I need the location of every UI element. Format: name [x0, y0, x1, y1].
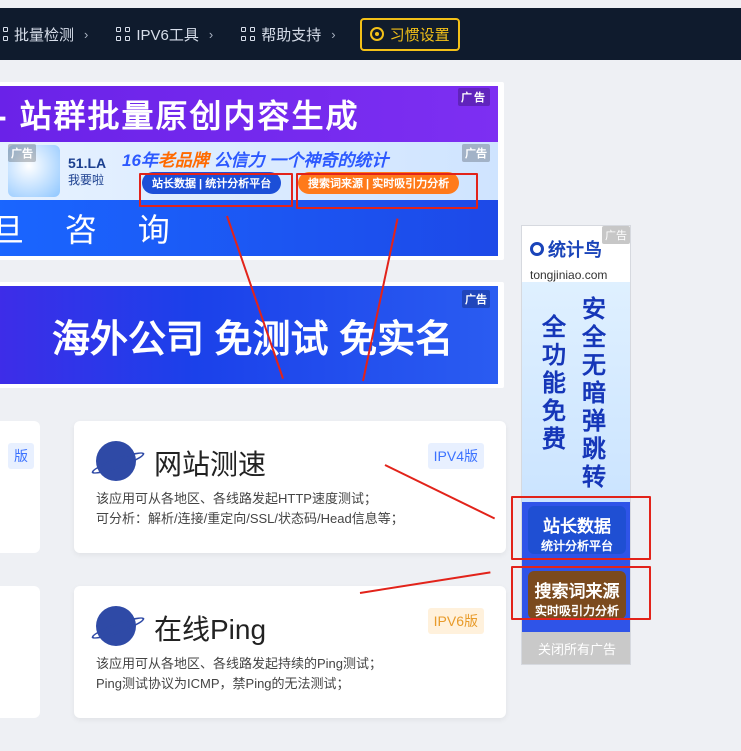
planet-icon — [96, 606, 136, 646]
la-button-search[interactable]: 搜索词来源 | 实时吸引力分析 — [298, 172, 460, 194]
ad-banner-overseas[interactable]: 海外公司 免测试 免实名 广告 — [0, 286, 498, 384]
side-card-search-terms[interactable]: 搜索词来源 实时吸引力分析 — [528, 571, 626, 619]
tool-card-online-ping[interactable]: 在线Ping IPV6版 该应用可从各地区、各线路发起持续的Ping测试； Pi… — [74, 586, 506, 718]
ad-tag: 广告 — [602, 226, 630, 244]
ad-box-top: - 站群批量原创内容生成 广告 广告 51.LA 我要啦 16年老品牌 公信力 … — [0, 82, 504, 260]
ad-tag: 广告 — [462, 144, 490, 162]
side-brand: 统计鸟 — [548, 240, 602, 260]
ad-banner-consult[interactable]: 旦 咨 询 — [0, 200, 498, 256]
side-ad[interactable]: 广告 统计鸟 tongjiniao.com 全功能免费 安全无暗弹跳转 站长数据… — [521, 225, 631, 665]
card-title: 在线Ping — [154, 614, 267, 645]
gear-icon — [369, 27, 384, 41]
ad-text: 海外公司 免测试 免实名 — [52, 318, 454, 361]
nav-label: 批量检测 — [14, 26, 75, 44]
side-card-title: 站长数据 — [543, 517, 611, 536]
slogan-mid: 老品牌 — [157, 151, 209, 170]
grid-icon — [0, 27, 8, 41]
card-description: 该应用可从各地区、各线路发起持续的Ping测试； Ping测试协议为ICMP，禁… — [96, 654, 496, 694]
card-description: 该应用可从各地区、各线路发起HTTP速度测试； 可分析：解析/连接/重定向/SS… — [96, 489, 496, 529]
brand-name: 51.LA — [68, 154, 107, 171]
nav-ipv6-tools[interactable]: IPV6工具 › — [102, 8, 227, 60]
nav-label: 帮助支持 — [261, 26, 322, 44]
side-card-title: 搜索词来源 — [534, 582, 620, 601]
side-vertical-text-2: 安全无暗弹跳转 — [582, 296, 606, 491]
tool-card-website-speed[interactable]: 网站测速 IPV4版 该应用可从各地区、各线路发起HTTP速度测试； 可分析：解… — [74, 421, 506, 553]
desc-line: Ping测试协议为ICMP，禁Ping的无法测试； — [96, 676, 350, 691]
desc-line: 该应用可从各地区、各线路发起HTTP速度测试； — [96, 491, 377, 506]
chevron-right-icon: › — [208, 26, 214, 42]
grid-icon — [116, 27, 131, 41]
side-vertical-text-1: 全功能免费 — [542, 314, 566, 453]
version-badge: IPV6版 — [427, 608, 484, 634]
side-card-sub: 实时吸引力分析 — [534, 604, 619, 618]
brand-sub: 我要啦 — [68, 172, 105, 187]
version-badge: IPV4版 — [427, 443, 484, 469]
nav-label: IPV6工具 — [136, 26, 199, 44]
side-ad-body — [522, 282, 630, 502]
habit-label: 习惯设置 — [389, 26, 450, 44]
grid-icon — [241, 27, 256, 41]
desc-line: 该应用可从各地区、各线路发起持续的Ping测试； — [96, 656, 383, 671]
chevron-right-icon: › — [84, 26, 89, 42]
chevron-right-icon: › — [331, 26, 336, 42]
ad-banner-51la[interactable]: 广告 51.LA 我要啦 16年老品牌 公信力 一个神奇的统计 站长数据 | 统… — [0, 142, 498, 200]
la-button-stats[interactable]: 站长数据 | 统计分析平台 — [142, 172, 282, 194]
habit-settings-button[interactable]: 习惯设置 — [359, 17, 460, 51]
nav-batch-detect[interactable]: 批量检测 › — [0, 8, 102, 60]
ad-stack: - 站群批量原创内容生成 广告 广告 51.LA 我要啦 16年老品牌 公信力 … — [0, 82, 504, 388]
ad-tag: 广告 — [8, 144, 36, 162]
ad-tag: 广告 — [458, 88, 490, 106]
side-card-site-data[interactable]: 站长数据 统计分析平台 — [528, 506, 626, 554]
side-card-sub: 统计分析平台 — [540, 539, 613, 553]
ad-banner-purple[interactable]: - 站群批量原创内容生成 广告 — [0, 86, 498, 142]
search-icon — [530, 242, 544, 256]
planet-icon — [96, 441, 136, 481]
version-badge: 版 — [8, 443, 34, 469]
slogan-right: 公信力 一个神奇的统计 — [213, 151, 389, 170]
slogan-left: 16年 — [122, 151, 158, 170]
card-title: 网站测速 — [154, 449, 267, 480]
side-domain: tongjiniao.com — [530, 268, 608, 282]
desc-line: 可分析：解析/连接/重定向/SSL/状态码/Head信息等； — [96, 511, 404, 526]
ad-text: - 站群批量原创内容生成 — [0, 98, 360, 134]
ad-tag: 广告 — [462, 290, 490, 308]
la-slogan: 16年老品牌 公信力 一个神奇的统计 — [122, 146, 388, 171]
left-partial-card[interactable] — [0, 586, 40, 718]
nav-help-support[interactable]: 帮助支持 › — [227, 8, 349, 60]
close-all-ads-button[interactable]: 关闭所有广告 — [522, 632, 630, 664]
la-brand: 51.LA 我要啦 — [68, 155, 106, 188]
left-partial-card[interactable]: 版 — [0, 421, 40, 553]
ad-box-overseas: 海外公司 免测试 免实名 广告 — [0, 282, 504, 388]
top-nav: 批量检测 › IPV6工具 › 帮助支持 › 习惯设置 — [0, 8, 741, 60]
ad-text: 旦 咨 询 — [0, 212, 186, 248]
